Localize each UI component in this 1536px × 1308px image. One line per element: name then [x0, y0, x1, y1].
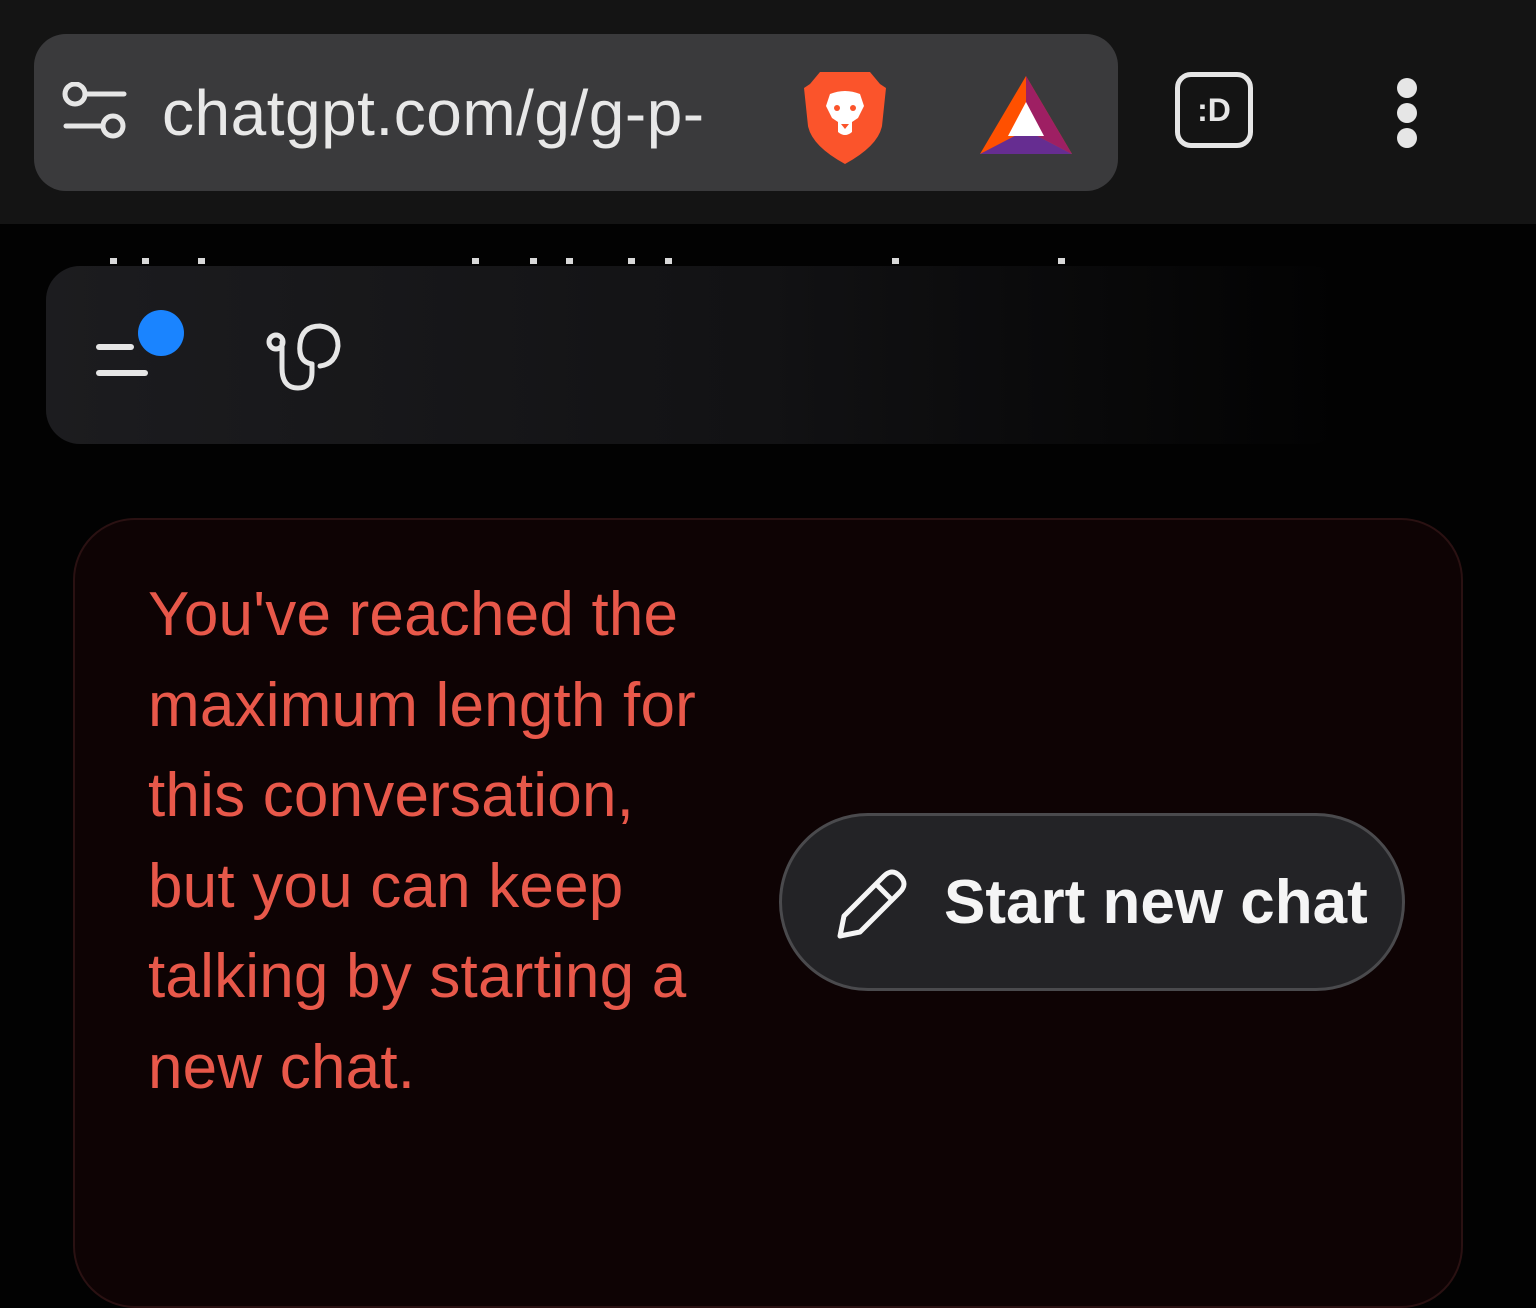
pencil-icon: [837, 869, 907, 939]
tab-switcher-button[interactable]: :D: [1175, 72, 1253, 148]
brave-shields-icon[interactable]: [800, 66, 890, 166]
site-settings-icon[interactable]: [62, 82, 128, 140]
notice-message: You've reached the maximum length for th…: [148, 580, 697, 1102]
sidebar-toggle-icon[interactable]: [92, 308, 188, 382]
more-vertical-icon[interactable]: [1392, 78, 1422, 148]
url-text[interactable]: chatgpt.com/g/g-p-: [162, 70, 705, 156]
stethoscope-icon[interactable]: [262, 318, 348, 396]
app-header: [46, 266, 1346, 444]
scrolled-text-fragment: [0, 224, 1536, 264]
start-new-chat-label: Start new chat: [944, 868, 1368, 937]
brave-rewards-icon[interactable]: [978, 72, 1074, 158]
start-new-chat-button[interactable]: Start new chat: [779, 813, 1405, 991]
notification-dot: [138, 310, 184, 356]
browser-toolbar: chatgpt.com/g/g-p- :D: [0, 0, 1536, 224]
